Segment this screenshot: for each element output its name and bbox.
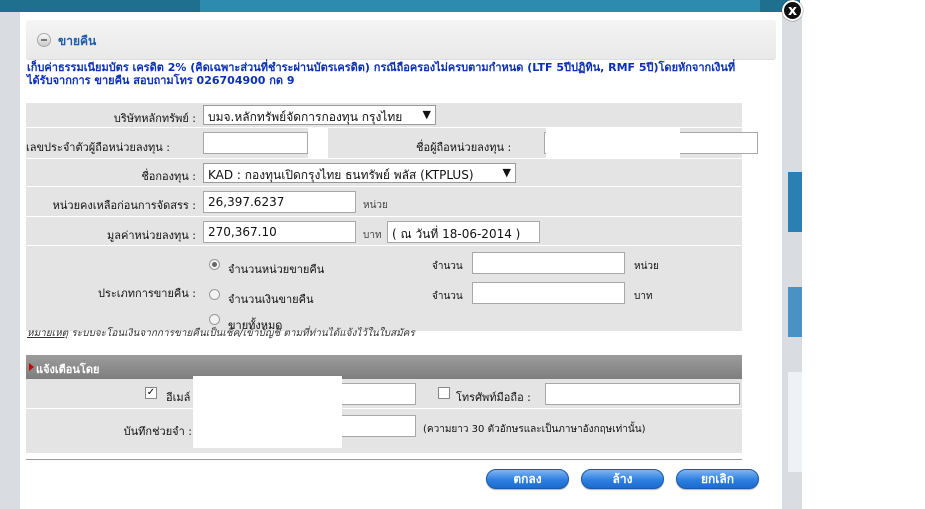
background-nav-tabs xyxy=(200,0,760,12)
fund-select[interactable]: KAD : กองทุนเปิดกรุงไทย ธนทรัพย์ พลัส (K… xyxy=(203,163,516,183)
value-field[interactable]: 270,367.10 xyxy=(203,221,356,243)
money-amount-unit: บาท xyxy=(634,291,653,302)
value-date-field: ( ณ วันที่ 18-06-2014 ) xyxy=(387,221,540,243)
value-row: มูลค่าหน่วยลงทุน : 270,367.10 บาท ( ณ วั… xyxy=(26,217,742,246)
email-checkbox[interactable]: ✓ xyxy=(145,387,157,399)
mask xyxy=(193,376,342,448)
fund-label: ชื่อกองทุน : xyxy=(141,170,196,183)
mobile-label: โทรศัพท์มือถือ : xyxy=(456,391,531,404)
holder-row: เลขประจำตัวผู้ถือหน่วยลงทุน : ชื่อผู้ถือ… xyxy=(26,128,758,159)
remark-text: ระบบจะโอนเงินจากการขายคืนเป็นเช็ค/เข้าบั… xyxy=(68,328,415,339)
clear-button[interactable]: ล้าง xyxy=(581,469,664,489)
units-amount-field[interactable] xyxy=(472,252,625,274)
mobile-field[interactable] xyxy=(545,383,740,405)
holder-id-label: เลขประจำตัวผู้ถือหน่วยลงทุน : xyxy=(26,141,170,154)
remark-title: หมายเหตุ xyxy=(27,328,69,339)
memo-row: บันทึกช่วยจำ : : (ความยาว 30 ตัวอักษรและ… xyxy=(26,409,742,454)
notify-header: แจ้งเตือนโดย xyxy=(26,355,742,379)
value-unit: บาท xyxy=(363,230,382,241)
notify-contact-row: ✓ อีเมล์ โทรศัพท์มือถือ : xyxy=(26,379,742,409)
background-banner xyxy=(788,287,802,337)
ok-button[interactable]: ตกลง xyxy=(486,469,569,489)
background-banner xyxy=(788,172,802,232)
company-select[interactable]: บมจ.หลักทรัพย์จัดการกองทุน กรุงไทย ▼ xyxy=(203,105,436,125)
background-right-edge xyxy=(782,12,802,509)
sell-type-label: ประเภทการขายคืน : xyxy=(97,287,196,300)
holder-name-label: ชื่อผู้ถือหน่วยลงทุน : xyxy=(416,141,512,154)
divider xyxy=(26,459,742,460)
fund-select-value: KAD : กองทุนเปิดกรุงไทย ธนทรัพย์ พลัส (K… xyxy=(208,168,474,182)
units-amount-label: จำนวน xyxy=(432,261,463,272)
chevron-down-icon: ▼ xyxy=(502,166,511,179)
units-field[interactable]: 26,397.6237 xyxy=(203,191,356,213)
money-amount-label: จำนวน xyxy=(432,291,463,302)
units-label: หน่วยคงเหลือก่อนการจัดสรร : xyxy=(52,199,196,212)
dialog-title: ขายคืน xyxy=(58,34,97,48)
company-select-value: บมจ.หลักทรัพย์จัดการกองทุน กรุงไทย xyxy=(208,110,403,124)
notify-header-label: แจ้งเตือนโดย xyxy=(36,363,100,376)
company-row: บริษัทหลักทรัพย์ : บมจ.หลักทรัพย์จัดการก… xyxy=(26,103,742,128)
units-row: หน่วยคงเหลือก่อนการจัดสรร : 26,397.6237 … xyxy=(26,187,742,217)
value-label: มูลค่าหน่วยลงทุน : xyxy=(106,229,196,242)
mask xyxy=(546,128,680,159)
sell-by-units-radio[interactable] xyxy=(209,259,220,270)
fund-row: ชื่อกองทุน : KAD : กองทุนเปิดกรุงไทย ธนท… xyxy=(26,159,742,187)
chevron-down-icon: ▼ xyxy=(422,108,431,121)
background-panel xyxy=(788,372,802,472)
background-left-edge xyxy=(0,12,20,509)
memo-label: บันทึกช่วยจำ : xyxy=(123,425,192,438)
close-button[interactable]: x xyxy=(782,0,803,21)
units-unit: หน่วย xyxy=(363,200,388,211)
collapse-icon[interactable] xyxy=(37,33,51,47)
sell-by-amount-radio[interactable] xyxy=(209,289,220,300)
units-amount-unit: หน่วย xyxy=(634,261,659,272)
remark: หมายเหตุ ระบบจะโอนเงินจากการขายคืนเป็นเช… xyxy=(27,326,415,341)
mask xyxy=(308,128,328,159)
money-amount-field[interactable] xyxy=(472,282,625,304)
sell-by-amount-label: จำนวนเงินขายคืน xyxy=(228,293,314,306)
memo-hint: (ความยาว 30 ตัวอักษรและเป็นภาษาอังกฤษเท่… xyxy=(423,424,646,435)
company-label: บริษัทหลักทรัพย์ : xyxy=(113,112,196,125)
sell-all-radio[interactable] xyxy=(209,314,220,325)
dialog-title-bar: ขายคืน xyxy=(26,20,776,60)
fee-notice: เก็บค่าธรรมเนียมบัตร เครดิต 2% (คิดเฉพาะ… xyxy=(27,61,736,87)
sell-type-row: ประเภทการขายคืน : จำนวนหน่วยขายคืน จำนวน… xyxy=(26,246,742,332)
email-label: อีเมล์ xyxy=(166,391,191,404)
arrow-right-icon xyxy=(29,363,34,371)
holder-id-field[interactable] xyxy=(203,132,308,154)
mobile-checkbox[interactable] xyxy=(438,387,450,399)
sell-by-units-label: จำนวนหน่วยขายคืน xyxy=(228,263,325,276)
cancel-button[interactable]: ยกเลิก xyxy=(676,469,759,489)
